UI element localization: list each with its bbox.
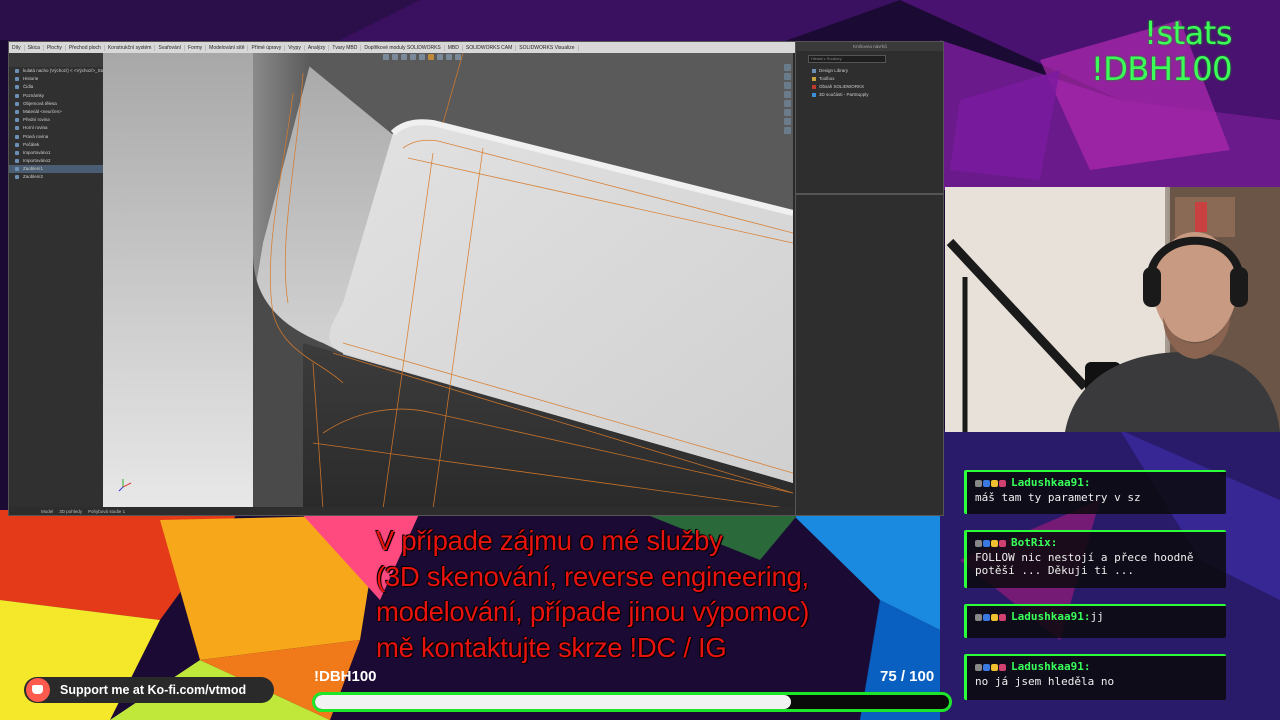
cad-window: Díly Skica Plochy Přechod ploch Konstrukční … xyxy=(8,41,944,516)
chat-text: FOLLOW nic nestojí a přece hoodně potěší… xyxy=(975,551,1194,577)
tree-item[interactable]: Horní rovina xyxy=(9,124,103,132)
chat-username[interactable]: BotRix: xyxy=(1011,536,1057,549)
chat-message: Ladushkaa91: no já jsem hleděla no xyxy=(964,654,1226,700)
library-item-label: Obsah SOLIDWORKS xyxy=(819,84,865,89)
menu-tab[interactable]: Přechod ploch xyxy=(66,44,105,51)
tree-item[interactable]: Materiál <neurčen> xyxy=(9,108,103,116)
tree-item[interactable]: Čidla xyxy=(9,83,103,91)
subtitle-line: V případe zájmu o mé služby xyxy=(376,525,723,556)
folder-icon xyxy=(812,92,816,97)
folder-icon xyxy=(812,68,816,73)
subtitle-line: modelování, případe jinou výpomoc) xyxy=(376,596,810,627)
library-search-input[interactable]: Hledat v Soubory xyxy=(808,55,886,63)
library-item[interactable]: 3D součásti - PartSupply xyxy=(796,91,943,99)
chat-username[interactable]: Ladushkaa91: xyxy=(1011,660,1090,673)
menu-tab[interactable]: Přímé úpravy xyxy=(248,44,286,51)
streamer-image xyxy=(945,187,1280,432)
feature-tree-toolbar[interactable] xyxy=(9,53,103,67)
menu-tab[interactable]: SOLIDWORKS CAM xyxy=(463,44,517,51)
goal-count: 75 / 100 xyxy=(880,668,935,685)
chat-username[interactable]: Ladushkaa91: xyxy=(1011,610,1090,623)
chat-text: máš tam ty parametry v sz xyxy=(975,491,1141,504)
library-item-label: Toolbox xyxy=(819,76,835,81)
axis-triad-icon xyxy=(118,479,132,492)
model-tab[interactable]: 3D pohledy xyxy=(59,509,82,514)
model-tabs: Model 3D pohledy Pohybová studie 1 xyxy=(9,507,795,515)
dbh100-command: !DBH100 xyxy=(1090,50,1233,88)
menu-tab[interactable]: Konstrukční systém xyxy=(105,44,156,51)
panel-title: Knihovna návrhů xyxy=(796,42,943,51)
tree-item[interactable]: kulatá nacho (Výchozí) < <Výchozí>_Stav xyxy=(9,67,107,75)
chat-message: BotRix: FOLLOW nic nestojí a přece hoodně… xyxy=(964,530,1226,588)
user-badges-icon xyxy=(975,660,1007,673)
menu-tab[interactable]: MBD xyxy=(445,44,463,51)
user-badges-icon xyxy=(975,476,1007,489)
chat-username[interactable]: Ladushkaa91: xyxy=(1011,476,1090,489)
promo-subtitle: V případe zájmu o mé služby (3D skenování… xyxy=(376,523,896,665)
menu-tab[interactable]: Modelování sítě xyxy=(206,44,249,51)
webcam-feed xyxy=(945,187,1280,432)
tree-item[interactable]: Pravá rovina xyxy=(9,133,103,141)
folder-icon xyxy=(812,76,816,81)
feature-tree: kulatá nacho (Výchozí) < <Výchozí>_Stav H… xyxy=(9,67,107,507)
kofi-label: Support me at Ko-fi.com/vtmod xyxy=(60,683,247,697)
library-item[interactable]: Design Library xyxy=(796,67,943,75)
tree-item[interactable]: Přední rovina xyxy=(9,116,103,124)
kofi-cup-icon xyxy=(26,678,50,702)
library-item-label: Design Library xyxy=(819,68,849,73)
chat-text: jj xyxy=(1090,610,1104,623)
tree-item[interactable]: Zaoblení1 xyxy=(9,165,103,174)
menu-tab[interactable]: Analýzy xyxy=(305,44,330,51)
tree-item[interactable]: Importováno2 xyxy=(9,157,103,165)
chat-text: no já jsem hleděla no xyxy=(975,675,1115,688)
library-item[interactable]: Obsah SOLIDWORKS xyxy=(796,83,943,91)
stats-command: !stats xyxy=(1144,14,1232,52)
menu-tab[interactable]: SOLIDWORKS Visualize xyxy=(516,44,579,51)
user-badges-icon xyxy=(975,536,1007,549)
library-item[interactable]: Toolbox xyxy=(796,75,943,83)
menu-tab[interactable]: Plochy xyxy=(44,44,66,51)
design-library-panel: Knihovna návrhů Hledat v Soubory Design … xyxy=(795,42,943,515)
heads-up-view-toolbar[interactable] xyxy=(383,54,523,62)
user-badges-icon xyxy=(975,610,1007,623)
kofi-banner[interactable]: Support me at Ko-fi.com/vtmod xyxy=(24,677,274,703)
tree-item[interactable]: Historie xyxy=(9,75,103,83)
menu-tab[interactable]: Skica xyxy=(25,44,44,51)
3d-viewport[interactable] xyxy=(103,53,793,509)
menu-tab[interactable]: Díly xyxy=(9,44,25,51)
panel-divider[interactable] xyxy=(796,193,943,195)
tree-item[interactable]: Zaoblení2 xyxy=(9,173,103,181)
model-render xyxy=(118,53,793,509)
model-tab[interactable]: Pohybová studie 1 xyxy=(88,509,125,514)
tree-item[interactable]: Objemová tělesa xyxy=(9,100,103,108)
chat-message: Ladushkaa91: máš tam ty parametry v sz xyxy=(964,470,1226,514)
menu-tab[interactable]: Svařování xyxy=(155,44,185,51)
task-pane-tabs[interactable] xyxy=(783,62,793,142)
menu-tab[interactable]: Vrypy xyxy=(285,44,305,51)
subtitle-line: mě kontaktujte skrze !DC / IG xyxy=(376,631,727,663)
goal-progress-bar xyxy=(312,692,952,712)
tree-item[interactable]: Importováno1 xyxy=(9,149,103,157)
tree-item[interactable]: Poznámky xyxy=(9,92,103,100)
folder-icon xyxy=(812,84,816,89)
menu-tab[interactable]: Tvary MBD xyxy=(329,44,362,51)
cad-command-manager-tabs: Díly Skica Plochy Přechod ploch Konstrukční … xyxy=(9,42,795,53)
library-item-label: 3D součásti - PartSupply xyxy=(819,92,869,97)
menu-tab[interactable]: Doplňkové moduly SOLIDWORKS xyxy=(361,44,445,51)
goal-progress-fill xyxy=(315,695,791,709)
tree-item[interactable]: Počátek xyxy=(9,141,103,149)
chat-panel: Ladushkaa91: máš tam ty parametry v sz Bot… xyxy=(964,448,1280,720)
chat-message: Ladushkaa91:jj xyxy=(964,604,1226,638)
model-tab[interactable]: Model xyxy=(41,509,53,514)
subtitle-line: (3D skenování, reverse engineering, xyxy=(376,560,809,592)
goal-label: !DBH100 xyxy=(314,668,377,685)
menu-tab[interactable]: Formy xyxy=(185,44,207,51)
